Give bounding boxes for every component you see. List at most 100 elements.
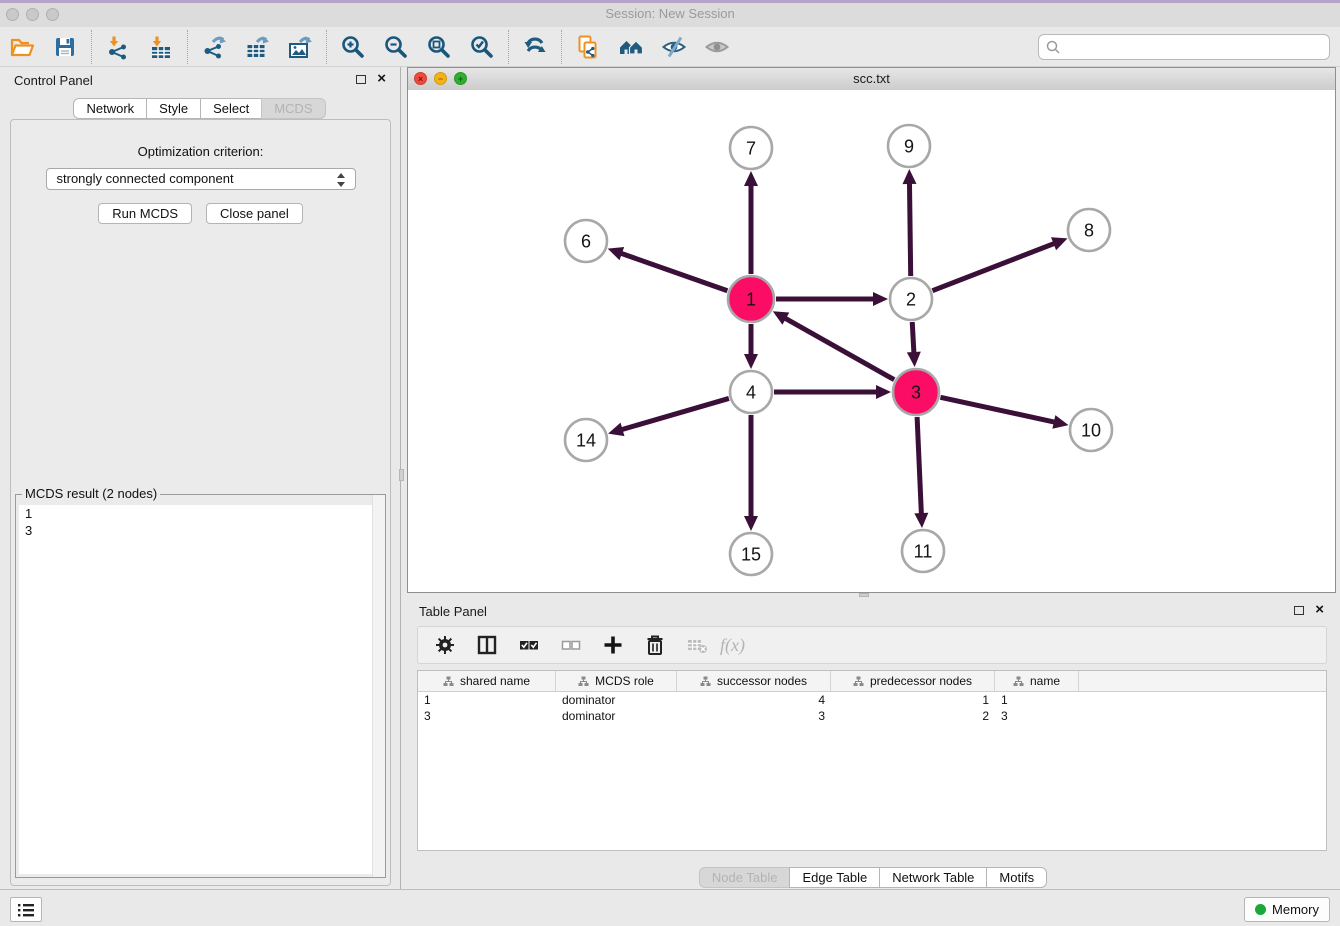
home-view-icon[interactable] (618, 34, 644, 60)
copy-network-icon[interactable] (575, 34, 601, 60)
select-all-icon[interactable] (516, 632, 542, 658)
toolbar-separator (561, 30, 563, 64)
task-history-button[interactable] (10, 897, 42, 922)
close-panel-icon[interactable]: × (377, 70, 386, 88)
result-line: 3 (19, 522, 382, 539)
table-cell: 3 (418, 708, 556, 724)
horizontal-split-handle[interactable] (859, 593, 869, 597)
zoom-in-icon[interactable] (340, 34, 366, 60)
network-graph[interactable]: 1234678910111415 (408, 90, 1335, 591)
edge-4-14[interactable] (619, 398, 729, 430)
table-row[interactable]: 3dominator323 (418, 708, 1326, 724)
application-window: Session: New Session (0, 0, 1340, 926)
vertical-split-handle[interactable] (399, 469, 404, 481)
save-session-icon[interactable] (52, 34, 78, 60)
close-table-panel-icon[interactable]: × (1315, 601, 1324, 619)
zoom-fit-icon[interactable] (426, 34, 452, 60)
network-window-titlebar: × − + scc.txt (408, 68, 1335, 91)
show-graphics-details-icon[interactable] (704, 34, 730, 60)
column-header-label: name (1030, 674, 1060, 688)
tab-edge-table[interactable]: Edge Table (789, 867, 880, 888)
export-image-icon[interactable] (287, 34, 313, 60)
main-toolbar (0, 27, 1340, 67)
import-table-icon[interactable] (148, 34, 174, 60)
run-mcds-button[interactable]: Run MCDS (98, 203, 192, 224)
edge-arrow-icon (744, 171, 758, 186)
edge-3-1[interactable] (782, 317, 894, 380)
mcds-result-box: MCDS result (2 nodes) 13 (15, 494, 386, 878)
control-panel-title: Control Panel (14, 73, 93, 88)
table-settings-gear-icon[interactable] (432, 632, 458, 658)
delete-selected-icon[interactable] (642, 632, 668, 658)
edge-arrow-icon (873, 292, 888, 306)
mcds-panel: Optimization criterion: strongly connect… (10, 119, 391, 886)
function-builder-icon: f(x) (720, 635, 745, 656)
table-row[interactable]: 1dominator411 (418, 692, 1326, 708)
show-columns-icon[interactable] (474, 632, 500, 658)
edge-2-8[interactable] (932, 242, 1057, 290)
edge-arrow-icon (1052, 415, 1068, 429)
tab-style[interactable]: Style (146, 98, 201, 119)
add-column-icon[interactable] (600, 632, 626, 658)
select-stepper-icon (337, 172, 346, 188)
memory-status-icon (1255, 904, 1266, 915)
open-session-icon[interactable] (9, 34, 35, 60)
attribute-tree-icon (853, 676, 864, 687)
close-panel-button[interactable]: Close panel (206, 203, 303, 224)
node-label: 15 (741, 544, 761, 564)
edge-2-3[interactable] (912, 322, 914, 356)
optimization-value: strongly connected component (57, 171, 234, 186)
deselect-all-icon[interactable] (558, 632, 584, 658)
titlebar: Session: New Session (0, 3, 1340, 28)
attribute-tree-icon (443, 676, 454, 687)
tab-motifs[interactable]: Motifs (986, 867, 1047, 888)
attribute-tree-icon (700, 676, 711, 687)
column-header-label: shared name (460, 674, 530, 688)
node-label: 2 (906, 289, 916, 309)
refresh-icon[interactable] (522, 34, 548, 60)
tab-mcds[interactable]: MCDS (261, 98, 325, 119)
tab-node-table[interactable]: Node Table (699, 867, 791, 888)
column-header-successor-nodes[interactable]: successor nodes (677, 671, 831, 691)
node-label: 4 (746, 382, 756, 402)
tab-network-table[interactable]: Network Table (879, 867, 987, 888)
float-panel-icon[interactable] (356, 75, 366, 84)
column-header-label: MCDS role (595, 674, 654, 688)
edge-3-10[interactable] (940, 397, 1057, 422)
column-header-shared-name[interactable]: shared name (418, 671, 556, 691)
zoom-out-icon[interactable] (383, 34, 409, 60)
column-header-mcds-role[interactable]: MCDS role (556, 671, 677, 691)
toolbar-separator (187, 30, 189, 64)
optimization-select[interactable]: strongly connected component (46, 168, 356, 190)
search-input[interactable] (1038, 34, 1330, 60)
memory-button[interactable]: Memory (1244, 897, 1330, 922)
column-header-predecessor-nodes[interactable]: predecessor nodes (831, 671, 995, 691)
edge-arrow-icon (902, 169, 916, 184)
network-view-title: scc.txt (408, 71, 1335, 86)
control-panel: Control Panel × NetworkStyleSelectMCDS O… (0, 67, 401, 892)
tab-network[interactable]: Network (73, 98, 147, 119)
table-cell: 4 (677, 692, 831, 708)
edge-2-9[interactable] (909, 180, 910, 276)
network-view-window: × − + scc.txt 1234678910111415 (407, 67, 1336, 593)
edge-arrow-icon (608, 247, 624, 260)
hide-graphics-details-icon[interactable] (661, 34, 687, 60)
edge-arrow-icon (876, 385, 891, 399)
table-toolbar: f(x) (417, 626, 1327, 664)
table-cell: 1 (418, 692, 556, 708)
export-table-icon[interactable] (244, 34, 270, 60)
result-scrollbar[interactable] (372, 495, 385, 877)
edge-3-11[interactable] (917, 417, 921, 517)
column-header-name[interactable]: name (995, 671, 1079, 691)
tab-select[interactable]: Select (200, 98, 262, 119)
zoom-selected-icon[interactable] (469, 34, 495, 60)
edge-1-6[interactable] (618, 252, 727, 290)
table-cell: dominator (556, 708, 677, 724)
export-network-icon[interactable] (201, 34, 227, 60)
float-table-panel-icon[interactable] (1294, 606, 1304, 615)
mcds-buttons: Run MCDS Close panel (11, 203, 390, 224)
import-network-icon[interactable] (105, 34, 131, 60)
attribute-tree-icon (1013, 676, 1024, 687)
edge-arrow-icon (744, 516, 758, 531)
delete-column-icon (684, 632, 710, 658)
